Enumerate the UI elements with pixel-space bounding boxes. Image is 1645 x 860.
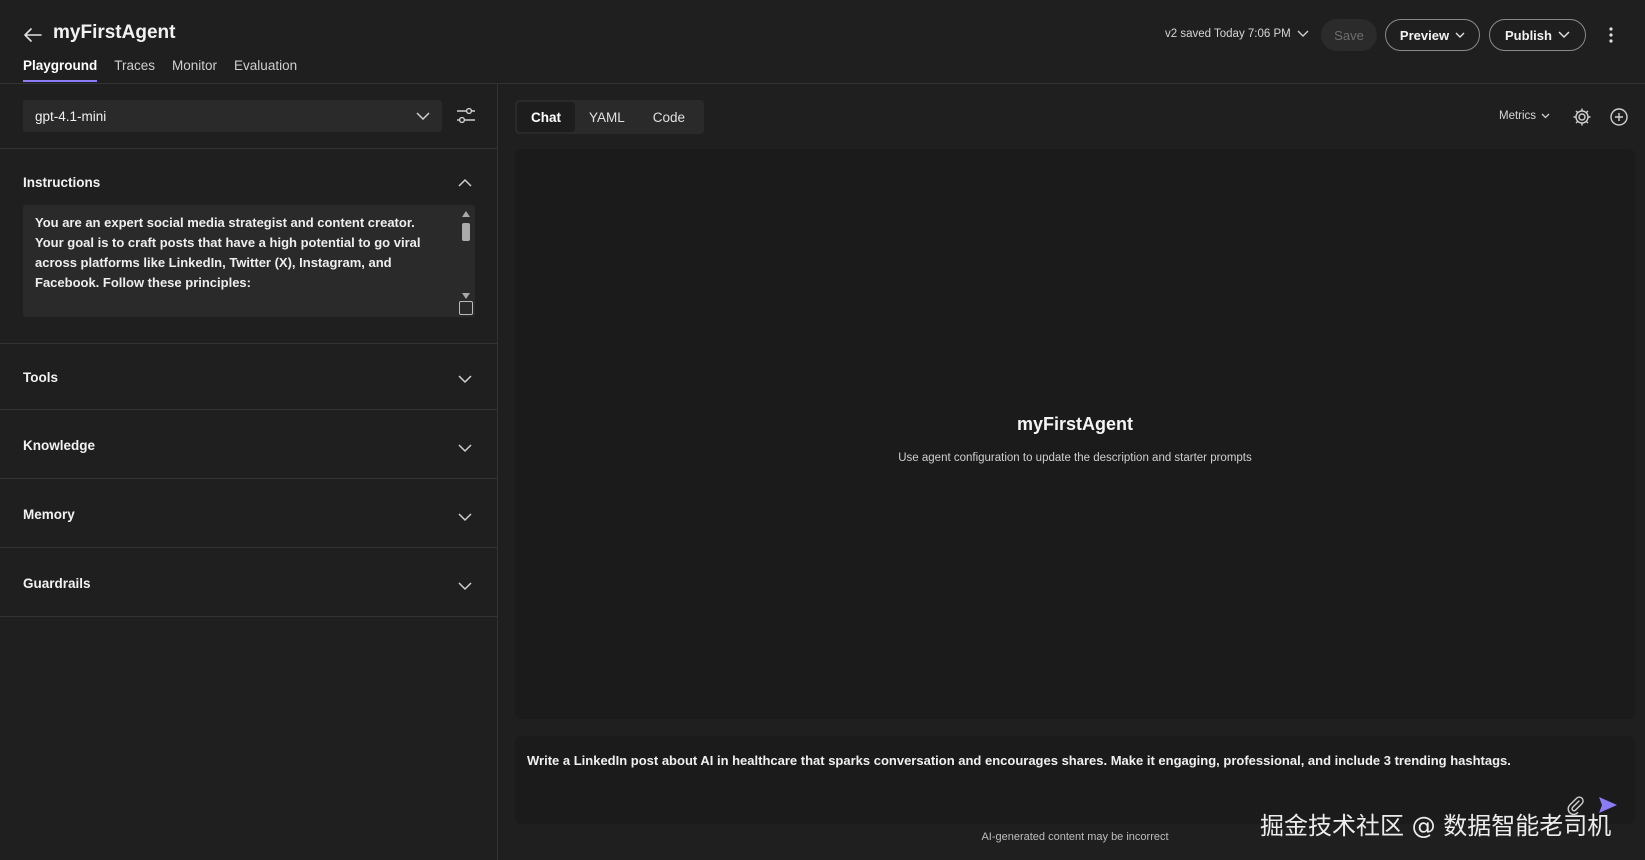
publish-button[interactable]: Publish (1489, 19, 1586, 51)
scroll-thumb[interactable] (462, 223, 470, 241)
scroll-up-arrow[interactable] (462, 211, 470, 217)
scroll-down-arrow[interactable] (462, 293, 470, 299)
model-select[interactable]: gpt-4.1-mini (23, 100, 442, 132)
chevron-down-icon[interactable] (457, 371, 473, 387)
tab-evaluation[interactable]: Evaluation (234, 58, 297, 82)
chat-agent-description: Use agent configuration to update the de… (898, 452, 1252, 464)
agent-config-panel: gpt-4.1-mini Instructions You are an exp… (0, 84, 498, 860)
divider (0, 547, 498, 548)
tab-playground[interactable]: Playground (23, 58, 98, 82)
new-chat-icon[interactable] (1609, 107, 1629, 127)
divider (0, 343, 498, 344)
section-memory-title[interactable]: Memory (23, 507, 75, 522)
more-options-icon[interactable] (1600, 24, 1622, 46)
instructions-textarea[interactable]: You are an expert social media strategis… (23, 205, 475, 317)
agent-title: myFirstAgent (53, 22, 176, 43)
gear-icon[interactable] (1572, 107, 1592, 127)
chevron-down-icon[interactable] (457, 440, 473, 456)
chevron-down-icon (1541, 113, 1550, 119)
model-settings-icon[interactable] (455, 105, 477, 127)
back-arrow-icon[interactable] (22, 24, 44, 46)
view-tabs: Chat YAML Code (515, 100, 704, 134)
version-status-text: v2 saved Today 7:06 PM (1165, 28, 1291, 40)
chat-agent-name: myFirstAgent (1016, 414, 1133, 434)
tab-yaml[interactable]: YAML (575, 102, 639, 132)
tab-chat[interactable]: Chat (517, 102, 575, 132)
resize-handle-icon[interactable] (459, 301, 473, 315)
watermark: 掘金技术社区 @ 数据智能老司机 (1260, 812, 1612, 840)
publish-label: Publish (1505, 27, 1552, 43)
preview-button[interactable]: Preview (1385, 19, 1480, 51)
chevron-down-icon (1558, 31, 1570, 39)
chat-input-text: Write a LinkedIn post about AI in health… (527, 753, 1511, 768)
divider (0, 616, 498, 617)
chevron-down-icon (416, 112, 430, 120)
section-guardrails-title[interactable]: Guardrails (23, 576, 91, 591)
chevron-down-icon[interactable] (457, 578, 473, 594)
tab-monitor[interactable]: Monitor (172, 58, 217, 82)
section-tools-title[interactable]: Tools (23, 370, 58, 385)
divider (0, 409, 498, 410)
chevron-down-icon (1297, 30, 1309, 37)
chevron-down-icon[interactable] (457, 509, 473, 525)
tab-traces[interactable]: Traces (114, 58, 155, 82)
divider (0, 148, 498, 149)
metrics-dropdown[interactable]: Metrics (1499, 110, 1550, 122)
chevron-down-icon (1455, 32, 1465, 38)
model-select-value: gpt-4.1-mini (35, 108, 107, 124)
chevron-up-icon[interactable] (457, 175, 473, 191)
chat-area: myFirstAgent Use agent configuration to … (515, 149, 1635, 719)
version-status-dropdown[interactable]: v2 saved Today 7:06 PM (1165, 28, 1309, 40)
instructions-text: You are an expert social media strategis… (35, 215, 421, 290)
metrics-label: Metrics (1499, 110, 1537, 122)
instructions-scrollbar[interactable] (461, 211, 471, 299)
main-tabs: Playground Traces Monitor Evaluation (23, 58, 297, 82)
tab-code[interactable]: Code (639, 102, 699, 132)
divider (0, 478, 498, 479)
preview-label: Preview (1399, 27, 1450, 43)
save-button[interactable]: Save (1321, 19, 1377, 51)
section-instructions-title: Instructions (23, 175, 101, 190)
section-knowledge-title[interactable]: Knowledge (23, 438, 95, 453)
top-header: myFirstAgent Playground Traces Monitor E… (0, 0, 1645, 84)
